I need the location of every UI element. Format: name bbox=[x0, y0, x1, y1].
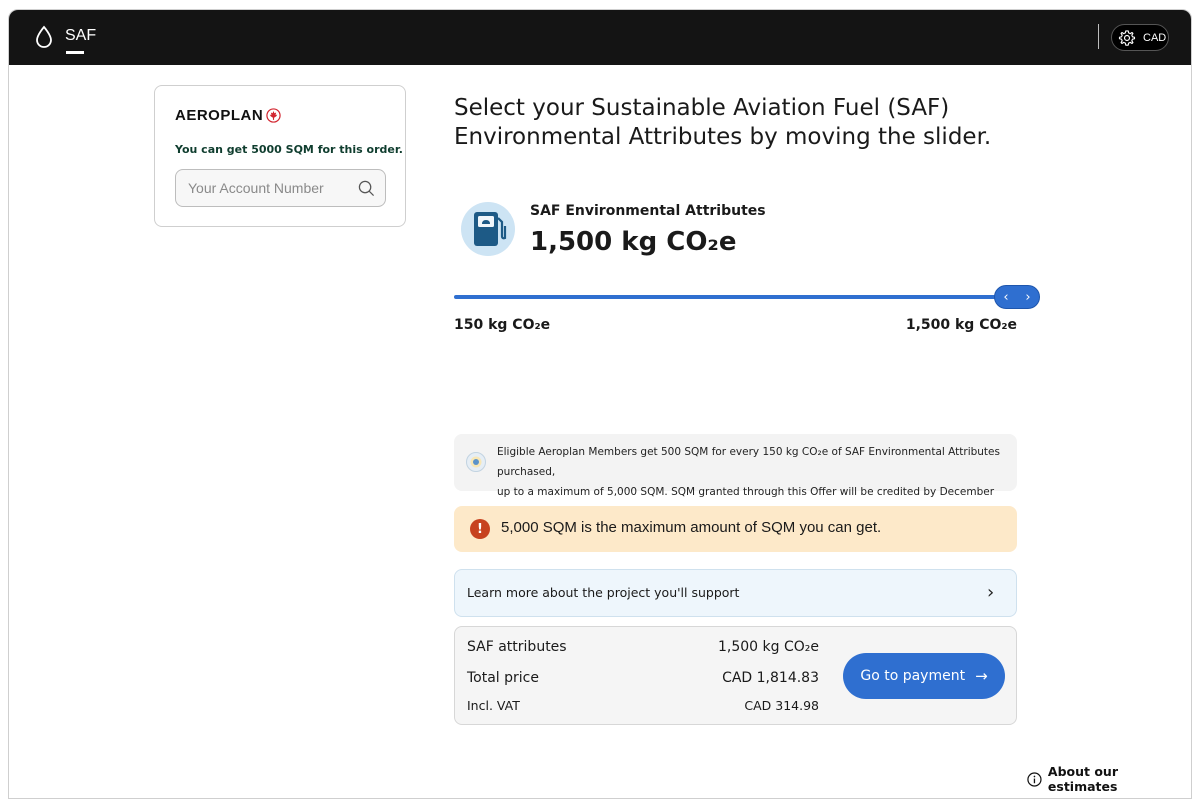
alert-icon: ! bbox=[470, 519, 490, 539]
chevron-right-icon: › bbox=[1025, 289, 1031, 305]
currency-settings-button[interactable]: CAD bbox=[1111, 24, 1169, 51]
chevron-left-icon: ‹ bbox=[1003, 289, 1009, 305]
aeroplan-card: AEROPLAN You can get 5000 SQM for this o… bbox=[154, 85, 406, 227]
saf-attributes-title: SAF Environmental Attributes bbox=[530, 203, 766, 219]
summary-attributes-label: SAF attributes bbox=[467, 639, 567, 655]
top-bar: SAF CAD bbox=[9, 10, 1191, 65]
fuel-pump-icon bbox=[461, 202, 515, 256]
arrow-right-icon: → bbox=[975, 667, 988, 685]
slider-min-label: 150 kg CO₂e bbox=[454, 317, 551, 333]
gear-icon bbox=[1118, 29, 1136, 46]
saf-slider-thumb[interactable]: ‹ › bbox=[994, 285, 1040, 309]
aeroplan-offer-info: Eligible Aeroplan Members get 500 SQM fo… bbox=[454, 434, 1017, 518]
sqm-eligibility-message: You can get 5000 SQM for this order. bbox=[175, 143, 403, 156]
summary-total-value: CAD 1,814.83 bbox=[722, 670, 819, 686]
about-estimates-link[interactable]: About our estimates bbox=[1027, 764, 1191, 794]
max-sqm-warning-text: 5,000 SQM is the maximum amount of SQM y… bbox=[501, 519, 882, 536]
drop-icon bbox=[36, 25, 52, 48]
currency-label: CAD bbox=[1143, 31, 1167, 44]
info-icon bbox=[1027, 771, 1042, 787]
slider-max-label: 1,500 kg CO₂e bbox=[905, 317, 1017, 333]
summary-vat-value: CAD 314.98 bbox=[744, 698, 819, 713]
brand-title[interactable]: SAF bbox=[65, 27, 96, 45]
aeroplan-logo-text: AEROPLAN bbox=[175, 107, 264, 124]
about-estimates-label: About our estimates bbox=[1047, 764, 1118, 794]
chevron-right-icon: › bbox=[987, 582, 995, 603]
order-summary: SAF attributes 1,500 kg CO₂e Total price… bbox=[454, 626, 1017, 725]
saf-slider-track[interactable] bbox=[454, 295, 1024, 299]
account-number-input[interactable] bbox=[175, 169, 386, 207]
offer-terms-line-1: Eligible Aeroplan Members get 500 SQM fo… bbox=[497, 446, 1000, 478]
page-title: Select your Sustainable Aviation Fuel (S… bbox=[454, 94, 1014, 152]
max-sqm-warning: ! 5,000 SQM is the maximum amount of SQM… bbox=[454, 506, 1017, 552]
search-icon[interactable] bbox=[358, 180, 375, 197]
aeroplan-logo: AEROPLAN bbox=[175, 107, 281, 124]
learn-more-link[interactable]: Learn more about the project you'll supp… bbox=[454, 569, 1017, 617]
saf-attributes-value: 1,500 kg CO₂e bbox=[530, 227, 737, 257]
go-to-payment-label: Go to payment bbox=[860, 668, 966, 684]
maple-leaf-icon bbox=[266, 108, 281, 123]
page-title-line-2: Environmental Attributes by moving the s… bbox=[454, 124, 992, 150]
summary-attributes-value: 1,500 kg CO₂e bbox=[718, 639, 819, 655]
aeroplan-badge-icon bbox=[466, 452, 486, 472]
page-title-line-1: Select your Sustainable Aviation Fuel (S… bbox=[454, 95, 950, 121]
learn-more-text: Learn more about the project you'll supp… bbox=[467, 585, 740, 600]
header-divider bbox=[1098, 24, 1099, 49]
summary-total-label: Total price bbox=[467, 670, 539, 686]
go-to-payment-button[interactable]: Go to payment → bbox=[843, 653, 1005, 699]
brand-underline bbox=[66, 51, 84, 54]
app-window: SAF CAD AEROPLAN You can get 5000 SQM fo… bbox=[8, 9, 1192, 799]
summary-vat-label: Incl. VAT bbox=[467, 698, 520, 713]
